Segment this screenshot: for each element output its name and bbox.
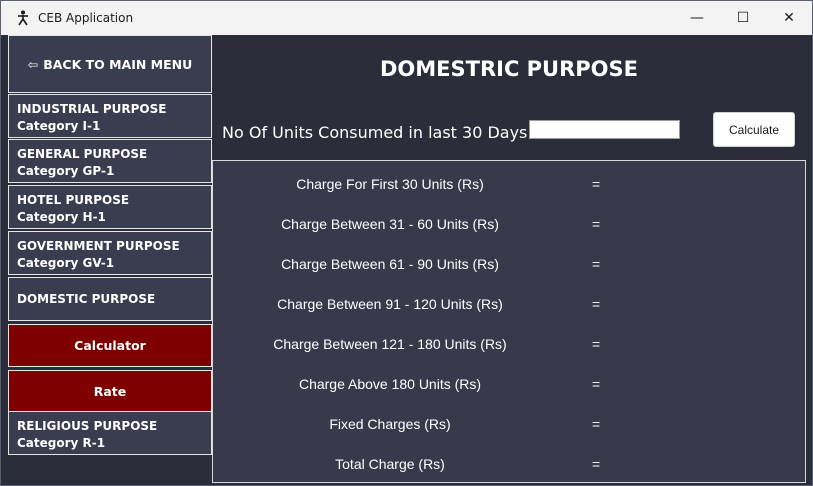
calculate-button[interactable]: Calculate	[713, 112, 795, 147]
result-label: Total Charge (Rs)	[335, 456, 445, 472]
sidebar-item-category: Category GV-1	[17, 256, 115, 270]
app-window: CEB Application — ☐ ✕ ⇦ BACK TO MAIN MEN…	[0, 0, 813, 486]
result-row: Charge Above 180 Units (Rs) =	[213, 376, 805, 396]
result-row: Charge Between 31 - 60 Units (Rs) =	[213, 216, 805, 236]
results-panel: Charge For First 30 Units (Rs) = Charge …	[212, 160, 806, 483]
result-row: Charge Between 121 - 180 Units (Rs) =	[213, 336, 805, 356]
result-equals: =	[592, 376, 601, 392]
calculator-button[interactable]: Calculator	[8, 324, 212, 367]
sidebar-item-category: Category H-1	[17, 210, 106, 224]
result-label: Charge Between 91 - 120 Units (Rs)	[277, 296, 503, 312]
result-label: Charge For First 30 Units (Rs)	[296, 176, 484, 192]
sidebar-item-title: HOTEL PURPOSE	[17, 193, 130, 207]
sidebar-item-industrial[interactable]: INDUSTRIAL PURPOSE Category I-1	[8, 94, 212, 138]
maximize-button[interactable]: ☐	[720, 1, 766, 35]
sidebar-item-title: DOMESTIC PURPOSE	[17, 291, 156, 306]
window-title: CEB Application	[38, 11, 134, 25]
sidebar: ⇦ BACK TO MAIN MENU INDUSTRIAL PURPOSE C…	[8, 35, 212, 485]
result-row: Charge Between 61 - 90 Units (Rs) =	[213, 256, 805, 276]
rate-button[interactable]: Rate	[8, 370, 212, 413]
sidebar-item-general[interactable]: GENERAL PURPOSE Category GP-1	[8, 139, 212, 183]
rate-button-label: Rate	[93, 384, 127, 399]
result-label: Charge Above 180 Units (Rs)	[298, 376, 482, 392]
result-equals: =	[592, 176, 601, 192]
result-equals: =	[592, 336, 601, 352]
sidebar-item-title: GENERAL PURPOSE	[17, 147, 148, 161]
result-label: Fixed Charges (Rs)	[329, 416, 451, 432]
result-equals: =	[592, 216, 601, 232]
back-arrow-icon: ⇦	[27, 56, 39, 72]
sidebar-item-title: GOVERNMENT PURPOSE	[17, 239, 180, 253]
sidebar-item-title: RELIGIOUS PURPOSE	[17, 419, 158, 433]
result-label: Charge Between 31 - 60 Units (Rs)	[281, 216, 499, 232]
sidebar-item-domestic[interactable]: DOMESTIC PURPOSE	[8, 277, 212, 321]
sidebar-item-category: Category R-1	[17, 436, 106, 450]
result-label: Charge Between 121 - 180 Units (Rs)	[273, 336, 507, 352]
window-controls: — ☐ ✕	[674, 1, 812, 35]
sidebar-item-category: Category I-1	[17, 119, 101, 133]
units-consumed-input[interactable]	[529, 120, 680, 139]
result-equals: =	[592, 416, 601, 432]
calculator-button-label: Calculator	[74, 338, 146, 353]
result-row: Total Charge (Rs) =	[213, 456, 805, 476]
back-to-main-menu-button[interactable]: ⇦ BACK TO MAIN MENU	[8, 35, 212, 93]
main-panel: DOMESTRIC PURPOSE No Of Units Consumed i…	[212, 35, 812, 485]
sidebar-item-category: Category GP-1	[17, 164, 115, 178]
minimize-button[interactable]: —	[674, 1, 720, 35]
result-label: Charge Between 61 - 90 Units (Rs)	[281, 256, 499, 272]
result-equals: =	[592, 296, 601, 312]
back-button-label: BACK TO MAIN MENU	[43, 56, 193, 72]
result-equals: =	[592, 256, 601, 272]
sidebar-item-title: INDUSTRIAL PURPOSE	[17, 102, 167, 116]
result-equals: =	[592, 456, 601, 472]
sidebar-item-government[interactable]: GOVERNMENT PURPOSE Category GV-1	[8, 231, 212, 275]
app-logo-icon	[18, 10, 28, 26]
result-row: Charge For First 30 Units (Rs) =	[213, 176, 805, 196]
sidebar-item-religious[interactable]: RELIGIOUS PURPOSE Category R-1	[8, 411, 212, 455]
title-bar: CEB Application — ☐ ✕	[1, 1, 812, 35]
result-row: Fixed Charges (Rs) =	[213, 416, 805, 436]
page-title: DOMESTRIC PURPOSE	[379, 57, 638, 81]
sidebar-item-hotel[interactable]: HOTEL PURPOSE Category H-1	[8, 185, 212, 229]
units-consumed-label: No Of Units Consumed in last 30 Days :	[222, 123, 538, 142]
close-button[interactable]: ✕	[766, 1, 812, 35]
result-row: Charge Between 91 - 120 Units (Rs) =	[213, 296, 805, 316]
